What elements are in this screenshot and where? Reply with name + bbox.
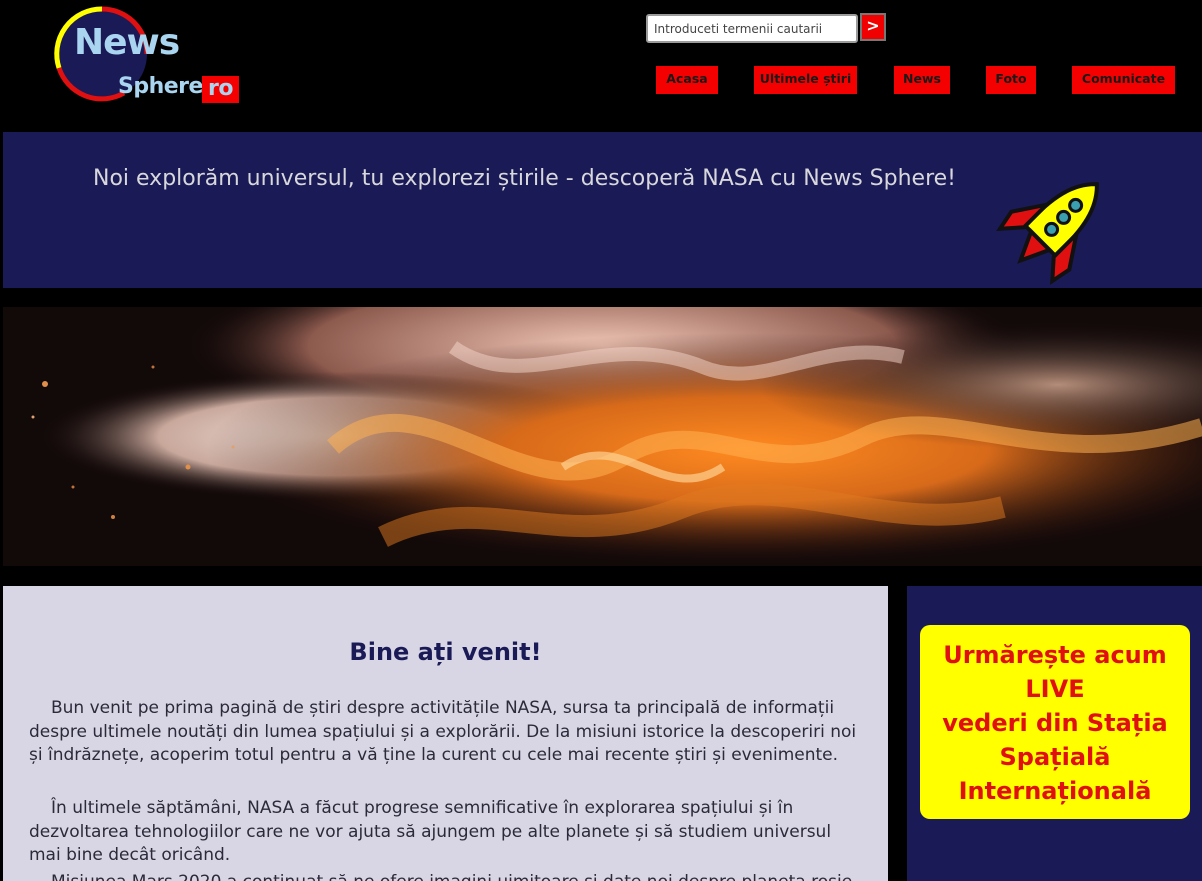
nav-ultimele-stiri[interactable]: Ultimele știri: [754, 66, 857, 94]
hero-nebula-image: [3, 307, 1202, 566]
welcome-title: Bine ați venit!: [349, 638, 542, 666]
welcome-paragraph: Bun venit pe prima pagină de știri despr…: [29, 698, 857, 765]
search-input[interactable]: [646, 14, 858, 43]
tagline-banner: Noi explorăm universul, tu explorezi ști…: [3, 132, 1202, 288]
live-stream-box[interactable]: Urmărește acum LIVE vederi din Stația Sp…: [920, 625, 1190, 819]
nav-comunicate[interactable]: Comunicate: [1072, 66, 1175, 94]
site-logo[interactable]: News Sphere. ro: [52, 4, 242, 104]
logo-text-ro: ro: [202, 76, 239, 103]
rocket-icon: [996, 182, 1099, 285]
nav-foto[interactable]: Foto: [986, 66, 1036, 94]
search-button[interactable]: >: [860, 13, 886, 41]
banner-tagline: Noi explorăm universul, tu explorezi ști…: [93, 166, 956, 191]
nav-acasa[interactable]: Acasa: [656, 66, 718, 94]
sidebar: Urmărește acum LIVE vederi din Stația Sp…: [907, 586, 1202, 881]
live-text-line: LIVE: [1025, 675, 1085, 703]
logo-text-sphere: Sphere.: [118, 74, 211, 99]
nav-news[interactable]: News: [894, 66, 950, 94]
live-text-line: vederi din Stația: [942, 709, 1168, 737]
welcome-paragraph: În ultimele săptămâni, NASA a făcut prog…: [29, 798, 832, 865]
live-text-line: Internațională: [958, 777, 1152, 805]
live-text-line: Spațială: [999, 743, 1111, 771]
welcome-section: Bine ați venit! Bun venit pe prima pagin…: [3, 586, 888, 881]
welcome-paragraph: Misiunea Mars 2020 a continuat să ne ofe…: [29, 871, 863, 881]
logo-text-news: News: [74, 22, 180, 63]
live-text-line: Urmărește acum: [943, 641, 1167, 669]
